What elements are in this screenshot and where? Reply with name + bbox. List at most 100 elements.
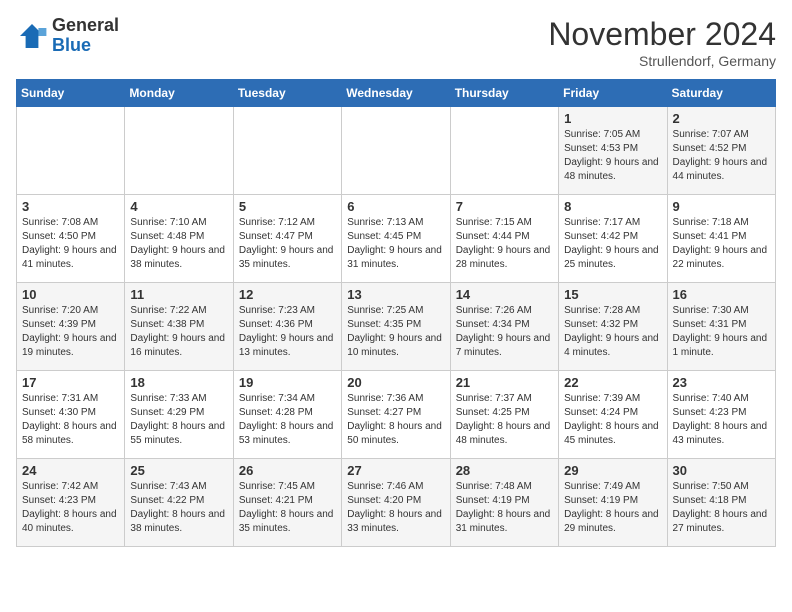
- day-cell: 22Sunrise: 7:39 AMSunset: 4:24 PMDayligh…: [559, 371, 667, 459]
- day-cell: 15Sunrise: 7:28 AMSunset: 4:32 PMDayligh…: [559, 283, 667, 371]
- logo-general-text: General: [52, 16, 119, 36]
- day-number: 19: [239, 375, 336, 390]
- day-info-line: Sunrise: 7:48 AM: [456, 481, 532, 492]
- day-info-line: Sunrise: 7:39 AM: [564, 393, 640, 404]
- day-number: 13: [347, 287, 444, 302]
- day-number: 6: [347, 199, 444, 214]
- day-info-line: Daylight: 9 hours and 25 minutes.: [564, 245, 659, 270]
- day-info: Sunrise: 7:40 AMSunset: 4:23 PMDaylight:…: [673, 392, 770, 448]
- day-cell: 19Sunrise: 7:34 AMSunset: 4:28 PMDayligh…: [233, 371, 341, 459]
- col-header-sunday: Sunday: [17, 80, 125, 107]
- day-info-line: Sunset: 4:41 PM: [673, 231, 747, 242]
- day-info-line: Sunset: 4:47 PM: [239, 231, 313, 242]
- header-row: SundayMondayTuesdayWednesdayThursdayFrid…: [17, 80, 776, 107]
- day-info-line: Daylight: 9 hours and 19 minutes.: [22, 333, 117, 358]
- day-info-line: Daylight: 8 hours and 48 minutes.: [456, 421, 551, 446]
- day-info: Sunrise: 7:05 AMSunset: 4:53 PMDaylight:…: [564, 128, 661, 184]
- day-cell: 25Sunrise: 7:43 AMSunset: 4:22 PMDayligh…: [125, 459, 233, 547]
- day-number: 7: [456, 199, 553, 214]
- calendar-table: SundayMondayTuesdayWednesdayThursdayFrid…: [16, 79, 776, 547]
- day-info-line: Sunset: 4:24 PM: [564, 407, 638, 418]
- day-info: Sunrise: 7:50 AMSunset: 4:18 PMDaylight:…: [673, 480, 770, 536]
- day-number: 10: [22, 287, 119, 302]
- day-info-line: Daylight: 8 hours and 58 minutes.: [22, 421, 117, 446]
- day-number: 17: [22, 375, 119, 390]
- day-cell: [233, 107, 341, 195]
- day-info-line: Daylight: 9 hours and 38 minutes.: [130, 245, 225, 270]
- day-number: 16: [673, 287, 770, 302]
- day-info: Sunrise: 7:37 AMSunset: 4:25 PMDaylight:…: [456, 392, 553, 448]
- day-cell: 4Sunrise: 7:10 AMSunset: 4:48 PMDaylight…: [125, 195, 233, 283]
- day-number: 26: [239, 463, 336, 478]
- day-info-line: Sunset: 4:19 PM: [564, 495, 638, 506]
- day-info-line: Daylight: 9 hours and 44 minutes.: [673, 157, 768, 182]
- day-info-line: Daylight: 8 hours and 45 minutes.: [564, 421, 659, 446]
- day-number: 12: [239, 287, 336, 302]
- day-cell: 28Sunrise: 7:48 AMSunset: 4:19 PMDayligh…: [450, 459, 558, 547]
- day-info-line: Sunrise: 7:28 AM: [564, 305, 640, 316]
- week-row-2: 3 Sunrise: 7:08 AM Sunset: 4:50 PM Daylight…: [17, 195, 776, 283]
- day-info: Sunrise: 7:33 AMSunset: 4:29 PMDaylight:…: [130, 392, 227, 448]
- day-info-line: Sunset: 4:25 PM: [456, 407, 530, 418]
- day-number: 27: [347, 463, 444, 478]
- day-info-line: Sunrise: 7:13 AM: [347, 217, 423, 228]
- day-info-line: Sunset: 4:20 PM: [347, 495, 421, 506]
- day-info-line: Sunset: 4:38 PM: [130, 319, 204, 330]
- day-info: Sunrise: 7:15 AMSunset: 4:44 PMDaylight:…: [456, 216, 553, 272]
- day-info-line: Sunset: 4:21 PM: [239, 495, 313, 506]
- day-number: 5: [239, 199, 336, 214]
- day-info: Sunrise: 7:49 AMSunset: 4:19 PMDaylight:…: [564, 480, 661, 536]
- header: General Blue November 2024 Strullendorf,…: [16, 16, 776, 69]
- day-number: 18: [130, 375, 227, 390]
- day-info-line: Sunset: 4:27 PM: [347, 407, 421, 418]
- day-info: Sunrise: 7:28 AM Sunset: 4:32 PM Daylight:…: [564, 304, 661, 360]
- day-cell: 20Sunrise: 7:36 AMSunset: 4:27 PMDayligh…: [342, 371, 450, 459]
- day-info-line: Daylight: 9 hours and 4 minutes.: [564, 333, 659, 358]
- day-info-line: Sunrise: 7:43 AM: [130, 481, 206, 492]
- day-info-line: Sunrise: 7:08 AM: [22, 217, 98, 228]
- day-number: 20: [347, 375, 444, 390]
- day-info: Sunrise: 7:45 AMSunset: 4:21 PMDaylight:…: [239, 480, 336, 536]
- day-info: Sunrise: 7:39 AM Sunset: 4:24 PM Daylight:…: [564, 392, 661, 448]
- col-header-monday: Monday: [125, 80, 233, 107]
- day-number: 24: [22, 463, 119, 478]
- day-info-line: Daylight: 8 hours and 31 minutes.: [456, 509, 551, 534]
- day-info-line: Sunset: 4:34 PM: [456, 319, 530, 330]
- month-title: November 2024: [548, 16, 776, 53]
- day-info: Sunrise: 7:30 AMSunset: 4:31 PMDaylight:…: [673, 304, 770, 360]
- day-info-line: Sunset: 4:50 PM: [22, 231, 96, 242]
- day-info: Sunrise: 7:08 AMSunset: 4:50 PMDaylight:…: [22, 216, 119, 272]
- day-cell: 21 Sunrise: 7:37 AMSunset: 4:25 PMDayligh…: [450, 371, 558, 459]
- day-info-line: Daylight: 9 hours and 28 minutes.: [456, 245, 551, 270]
- day-cell: 18 Sunrise: 7:33 AMSunset: 4:29 PMDayligh…: [125, 371, 233, 459]
- day-cell: 1 Sunrise: 7:05 AMSunset: 4:53 PMDaylight…: [559, 107, 667, 195]
- day-info-line: Daylight: 9 hours and 1 minute.: [673, 333, 768, 358]
- day-info-line: Sunset: 4:35 PM: [347, 319, 421, 330]
- day-number: 21: [456, 375, 553, 390]
- day-info: Sunrise: 7:42 AMSunset: 4:23 PMDaylight:…: [22, 480, 119, 536]
- day-cell: [450, 107, 558, 195]
- day-info-line: Sunrise: 7:31 AM: [22, 393, 98, 404]
- logo: General Blue: [16, 16, 119, 56]
- day-info-line: Sunset: 4:23 PM: [22, 495, 96, 506]
- day-number: 2: [673, 111, 770, 126]
- day-cell: 8Sunrise: 7:17 AMSunset: 4:42 PMDaylight…: [559, 195, 667, 283]
- day-info-line: Sunset: 4:32 PM: [564, 319, 638, 330]
- day-info: Sunrise: 7:23 AMSunset: 4:36 PMDaylight:…: [239, 304, 336, 360]
- day-info-line: Sunrise: 7:50 AM: [673, 481, 749, 492]
- day-info-line: Sunset: 4:45 PM: [347, 231, 421, 242]
- title-area: November 2024 Strullendorf, Germany: [548, 16, 776, 69]
- day-info-line: Sunrise: 7:49 AM: [564, 481, 640, 492]
- day-info-line: Daylight: 9 hours and 48 minutes.: [564, 157, 659, 182]
- day-number: 23: [673, 375, 770, 390]
- day-cell: 2Sunrise: 7:07 AMSunset: 4:52 PMDaylight…: [667, 107, 775, 195]
- day-number: 3: [22, 199, 119, 214]
- day-number: 14: [456, 287, 553, 302]
- day-info-line: Daylight: 9 hours and 16 minutes.: [130, 333, 225, 358]
- day-info-line: Sunrise: 7:23 AM: [239, 305, 315, 316]
- day-info: Sunrise: 7:46 AMSunset: 4:20 PMDaylight:…: [347, 480, 444, 536]
- day-number: 1: [564, 111, 661, 126]
- day-cell: [17, 107, 125, 195]
- day-cell: [125, 107, 233, 195]
- day-cell: 12 Sunrise: 7:23 AMSunset: 4:36 PMDayligh…: [233, 283, 341, 371]
